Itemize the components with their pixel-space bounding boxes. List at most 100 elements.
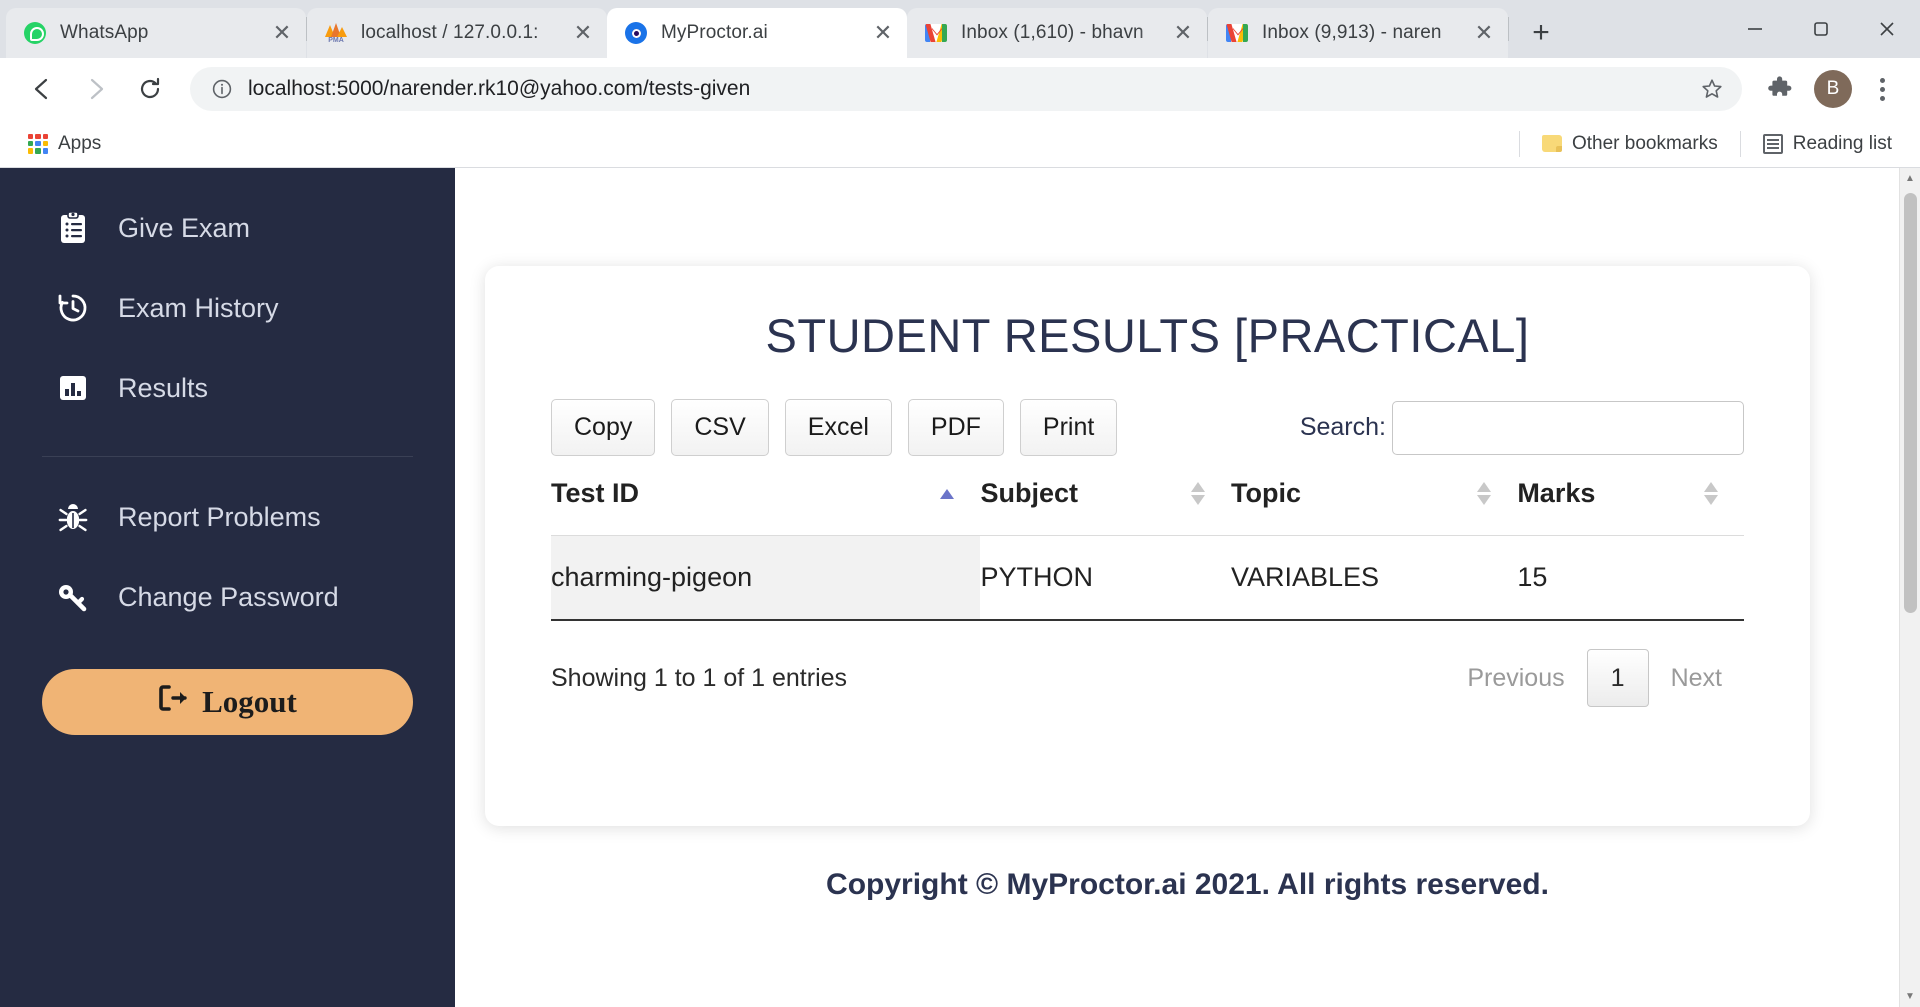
column-header-marks[interactable]: Marks bbox=[1517, 478, 1744, 536]
app-sidebar: Give Exam Exam History Results Report Pr… bbox=[0, 168, 455, 1007]
gmail-icon bbox=[925, 22, 947, 44]
bookmarks-divider bbox=[1518, 130, 1520, 157]
extensions-icon[interactable] bbox=[1758, 67, 1802, 111]
sort-ascending-icon bbox=[940, 488, 955, 499]
sidebar-item-label: Give Exam bbox=[118, 212, 251, 243]
sidebar-item-exam-history[interactable]: Exam History bbox=[0, 282, 455, 334]
browser-toolbar: localhost:5000/narender.rk10@yahoo.com/t… bbox=[0, 58, 1920, 120]
site-info-icon[interactable] bbox=[210, 77, 234, 101]
new-tab-button[interactable]: + bbox=[1519, 11, 1563, 55]
pagination: Previous 1 Next bbox=[1445, 649, 1744, 707]
column-label: Marks bbox=[1517, 478, 1596, 508]
logout-label: Logout bbox=[202, 684, 297, 719]
pagination-previous[interactable]: Previous bbox=[1445, 649, 1586, 707]
browser-tab-myproctor[interactable]: MyProctor.ai ✕ bbox=[607, 8, 907, 58]
search-input[interactable] bbox=[1392, 400, 1744, 455]
column-label: Test ID bbox=[551, 478, 640, 508]
myproctor-icon bbox=[625, 22, 647, 44]
scroll-up-icon[interactable]: ▲ bbox=[1900, 168, 1920, 189]
page-title: STUDENT RESULTS [PRACTICAL] bbox=[765, 309, 1530, 362]
window-controls bbox=[1722, 0, 1920, 58]
close-icon[interactable]: ✕ bbox=[569, 19, 597, 47]
table-header-row: Test ID Subject Topic Marks bbox=[551, 478, 1744, 536]
chart-bar-icon bbox=[56, 373, 90, 403]
tab-title: localhost / 127.0.0.1: bbox=[361, 22, 539, 43]
cell-topic: VARIABLES bbox=[1231, 535, 1518, 621]
tab-divider bbox=[1508, 17, 1509, 41]
table-row[interactable]: charming-pigeon PYTHON VARIABLES 15 bbox=[551, 535, 1744, 621]
close-window-icon[interactable] bbox=[1854, 0, 1920, 58]
tab-title: WhatsApp bbox=[60, 22, 149, 43]
tab-title: Inbox (1,610) - bhavn bbox=[961, 22, 1144, 43]
pagination-next[interactable]: Next bbox=[1649, 649, 1744, 707]
browser-tab-inbox-9913[interactable]: Inbox (9,913) - naren ✕ bbox=[1208, 8, 1508, 58]
bookmark-label: Apps bbox=[58, 132, 102, 154]
bookmarks-divider bbox=[1739, 130, 1741, 157]
forward-icon[interactable] bbox=[72, 65, 120, 113]
bookmark-apps[interactable]: Apps bbox=[18, 127, 111, 161]
search-label: Search: bbox=[1299, 413, 1386, 441]
bookmark-label: Reading list bbox=[1792, 132, 1892, 154]
pdf-button[interactable]: PDF bbox=[907, 399, 1004, 456]
sort-toggle-icon bbox=[1477, 482, 1492, 505]
column-header-subject[interactable]: Subject bbox=[980, 478, 1231, 536]
column-header-topic[interactable]: Topic bbox=[1231, 478, 1518, 536]
footer-copyright: Copyright © MyProctor.ai 2021. All right… bbox=[826, 868, 1549, 901]
sidebar-item-change-password[interactable]: Change Password bbox=[0, 571, 455, 623]
sort-toggle-icon bbox=[1704, 482, 1718, 505]
table-head: Test ID Subject Topic Marks bbox=[551, 478, 1744, 536]
scrollbar-thumb[interactable] bbox=[1903, 193, 1917, 613]
sidebar-item-give-exam[interactable]: Give Exam bbox=[0, 202, 455, 254]
whatsapp-icon bbox=[24, 22, 46, 44]
sidebar-item-label: Results bbox=[118, 372, 209, 403]
bookmark-other-bookmarks[interactable]: Other bookmarks bbox=[1532, 127, 1728, 161]
sort-toggle-icon bbox=[1191, 482, 1205, 505]
table-toolbar: Copy CSV Excel PDF Print Search: bbox=[485, 363, 1810, 456]
pagination-page-1[interactable]: 1 bbox=[1586, 649, 1649, 707]
browser-menu-icon[interactable] bbox=[1862, 77, 1902, 101]
print-button[interactable]: Print bbox=[1019, 399, 1118, 456]
export-buttons: Copy CSV Excel PDF Print bbox=[551, 399, 1118, 456]
browser-window: WhatsApp ✕ PMA localhost / 127.0.0.1: ✕ … bbox=[0, 0, 1920, 1007]
excel-button[interactable]: Excel bbox=[784, 399, 892, 456]
cell-subject: PYTHON bbox=[980, 535, 1231, 621]
profile-avatar[interactable]: B bbox=[1814, 70, 1852, 108]
close-icon[interactable]: ✕ bbox=[268, 19, 296, 47]
cell-marks: 15 bbox=[1517, 535, 1744, 621]
browser-tab-whatsapp[interactable]: WhatsApp ✕ bbox=[6, 8, 306, 58]
close-icon[interactable]: ✕ bbox=[1169, 19, 1197, 47]
reload-icon[interactable] bbox=[126, 65, 174, 113]
results-table: Test ID Subject Topic Marks charming-pig… bbox=[551, 478, 1744, 621]
column-header-test-id[interactable]: Test ID bbox=[551, 478, 981, 536]
minimize-icon[interactable] bbox=[1722, 0, 1788, 58]
sidebar-divider bbox=[42, 456, 413, 457]
bookmark-label: Other bookmarks bbox=[1571, 132, 1718, 154]
scroll-down-icon[interactable]: ▼ bbox=[1900, 986, 1920, 1007]
cell-test-id: charming-pigeon bbox=[551, 535, 981, 621]
browser-tab-inbox-1610[interactable]: Inbox (1,610) - bhavn ✕ bbox=[907, 8, 1207, 58]
bookmarks-bar: Apps Other bookmarks Reading list bbox=[0, 120, 1920, 168]
csv-button[interactable]: CSV bbox=[671, 399, 769, 456]
bookmark-star-icon[interactable] bbox=[1698, 77, 1726, 101]
logout-button[interactable]: Logout bbox=[42, 669, 413, 735]
bug-icon bbox=[56, 501, 90, 533]
browser-tab-localhost[interactable]: PMA localhost / 127.0.0.1: ✕ bbox=[307, 8, 607, 58]
sidebar-item-results[interactable]: Results bbox=[0, 362, 455, 414]
copy-button[interactable]: Copy bbox=[551, 399, 656, 456]
reading-list-icon bbox=[1762, 133, 1783, 154]
sidebar-item-report-problems[interactable]: Report Problems bbox=[0, 491, 455, 543]
clipboard-list-icon bbox=[56, 211, 90, 245]
phpmyadmin-icon: PMA bbox=[325, 22, 347, 44]
gmail-icon bbox=[1226, 22, 1248, 44]
page-scrollbar[interactable]: ▲ ▼ bbox=[1899, 168, 1920, 1007]
table-body: charming-pigeon PYTHON VARIABLES 15 bbox=[551, 535, 1744, 621]
close-icon[interactable]: ✕ bbox=[1470, 19, 1498, 47]
close-icon[interactable]: ✕ bbox=[869, 19, 897, 47]
address-bar[interactable]: localhost:5000/narender.rk10@yahoo.com/t… bbox=[190, 67, 1742, 111]
sidebar-item-label: Exam History bbox=[118, 292, 279, 323]
history-clock-icon bbox=[56, 292, 90, 324]
maximize-icon[interactable] bbox=[1788, 0, 1854, 58]
bookmark-reading-list[interactable]: Reading list bbox=[1753, 127, 1902, 161]
back-icon[interactable] bbox=[18, 65, 66, 113]
page-viewport: Give Exam Exam History Results Report Pr… bbox=[0, 168, 1920, 1007]
